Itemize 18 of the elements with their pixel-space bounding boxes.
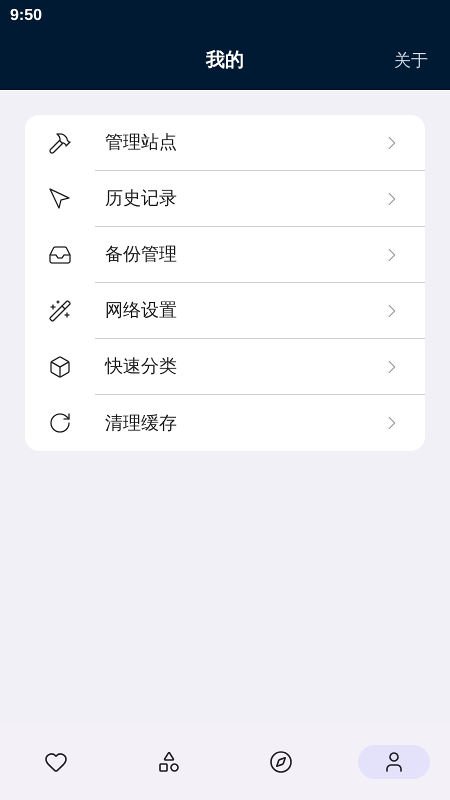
status-time: 9:50 (10, 6, 42, 26)
cube-icon (48, 355, 72, 379)
menu-item[interactable]: 清理缓存 (95, 395, 425, 451)
menu-item[interactable]: 备份管理 (95, 227, 425, 283)
heart-icon (44, 750, 68, 774)
page-title: 我的 (206, 48, 244, 73)
menu-item[interactable]: 快速分类 (95, 339, 425, 395)
hammer-icon (48, 131, 72, 155)
menu-item[interactable]: 网络设置 (95, 283, 425, 339)
magic-wand-icon (48, 299, 72, 323)
menu-item[interactable]: 管理站点 (95, 115, 425, 171)
apps-icon (156, 750, 181, 774)
compass-icon (269, 750, 294, 774)
menu-item[interactable]: 历史记录 (95, 171, 425, 227)
tab-button[interactable] (358, 745, 430, 779)
about-link[interactable]: 关于 (394, 48, 428, 74)
refresh-icon (48, 411, 72, 435)
paper-plane-icon (48, 187, 72, 211)
